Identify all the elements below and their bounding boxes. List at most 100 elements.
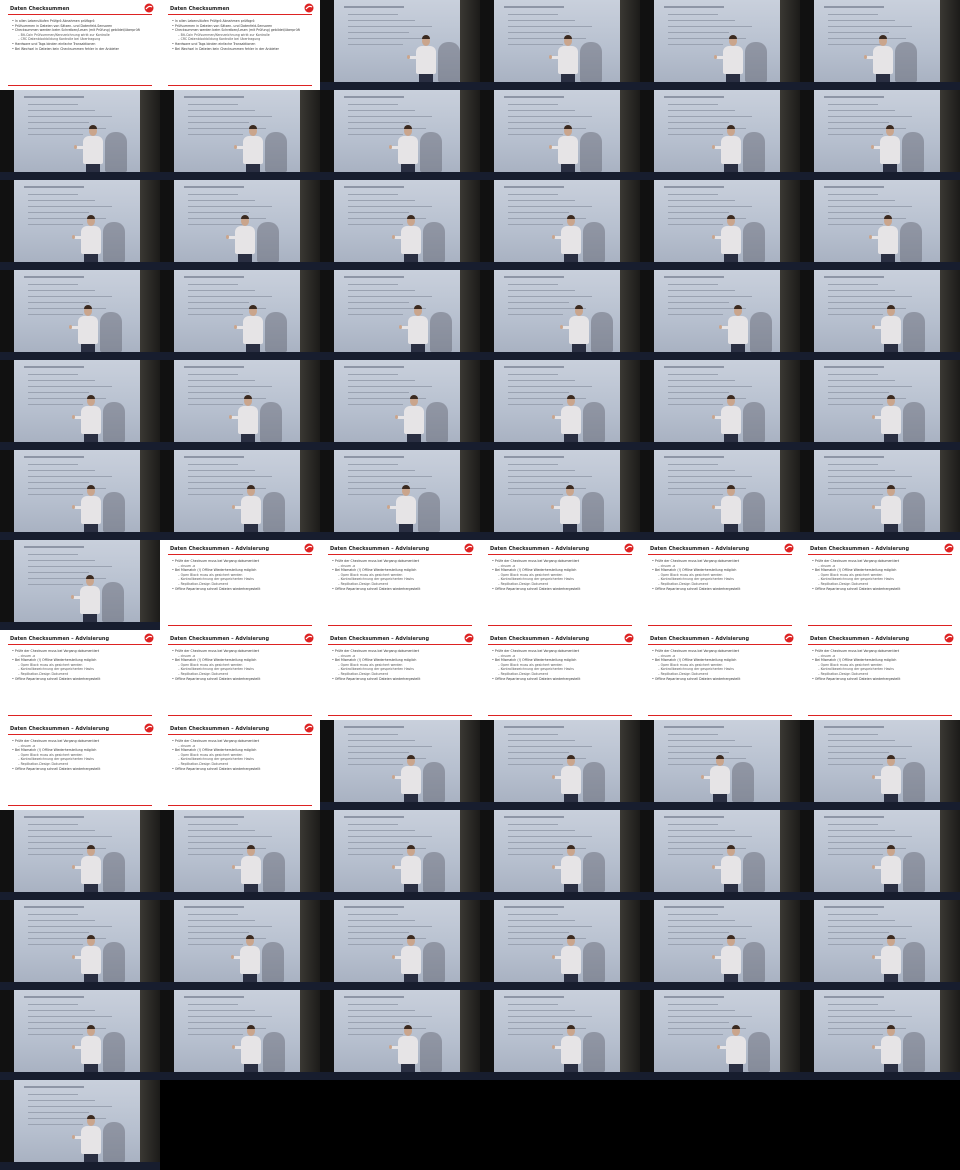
presenter [229, 395, 261, 444]
projected-line [348, 212, 409, 213]
stage-floor [0, 262, 160, 270]
projected-line [668, 284, 718, 285]
bullet-line: • Offline Reparierung schnell Dateien wi… [12, 676, 101, 681]
presenter-shadow [743, 402, 766, 442]
projected-line [348, 404, 403, 405]
projected-line [508, 734, 558, 735]
presenter-hand [701, 775, 704, 779]
presenter-torso [396, 496, 417, 524]
stage-floor [800, 442, 960, 450]
presenter-shadow [744, 42, 767, 82]
slide-body: • Prüfe der Checksum muss bei Vorgang do… [492, 559, 630, 591]
presenter-hand [870, 145, 874, 149]
slide-title: Daten Checksummen – Advisierung [170, 636, 270, 642]
stage-floor [800, 172, 960, 180]
presenter [398, 305, 431, 354]
left-wall [800, 270, 814, 360]
presenter [387, 485, 419, 534]
stage-floor [480, 172, 640, 180]
stage-floor [320, 532, 480, 540]
footer-rule [808, 625, 952, 626]
projected-line [28, 1034, 83, 1035]
projected-line [348, 854, 403, 855]
stage-floor [0, 1162, 160, 1170]
logo-icon [624, 633, 634, 643]
presenter [73, 125, 106, 174]
presenter [72, 215, 104, 264]
presenter [870, 125, 903, 174]
projected-line [828, 482, 889, 483]
projected-title [664, 276, 724, 278]
projected-line [348, 746, 432, 747]
stage-floor [160, 892, 320, 900]
projected-line [508, 32, 569, 33]
presenter [712, 935, 744, 984]
logo-icon [944, 633, 954, 643]
projected-line [188, 932, 249, 933]
slide-title: Daten Checksummen – Advisierung [490, 546, 590, 552]
presenter-shadow [260, 402, 282, 442]
projected-title [824, 906, 884, 908]
right-wall [300, 270, 320, 360]
left-wall [0, 90, 14, 180]
projected-line [188, 296, 272, 297]
footer-rule [168, 625, 312, 626]
presenter-torso [879, 136, 900, 164]
projected-line [188, 386, 272, 387]
projected-line [828, 212, 889, 213]
right-wall [140, 450, 160, 540]
title-rule [8, 644, 152, 645]
projected-line [28, 824, 78, 825]
projected-line [668, 752, 729, 753]
presenter-hand [406, 55, 410, 59]
stage-floor [640, 532, 800, 540]
bullet-line: • Offline Reparierung schnell Dateien wi… [492, 586, 581, 591]
logo-icon [304, 3, 314, 13]
presenter [560, 305, 592, 354]
presenter-hair [727, 935, 736, 939]
bullet-line: • Offline Reparierung schnell Dateien wi… [332, 586, 421, 591]
presenter-torso [401, 766, 422, 794]
projected-title [24, 186, 84, 188]
right-wall [300, 990, 320, 1080]
presenter-shadow [900, 222, 922, 262]
projected-line [188, 104, 238, 105]
presenter-hair [567, 755, 576, 759]
camera-frame [480, 810, 640, 900]
presenter-torso [401, 856, 422, 884]
right-wall [300, 810, 320, 900]
footer-rule [648, 625, 792, 626]
right-wall [940, 90, 960, 180]
projected-line [28, 404, 83, 405]
presenter-torso [239, 946, 260, 974]
presenter-hair [87, 845, 96, 849]
slide-frame: Daten Checksummen – Advisierung • Prüfe d… [160, 720, 320, 810]
projected-line [508, 482, 569, 483]
camera-frame [480, 990, 640, 1080]
projected-line [828, 1016, 912, 1017]
right-wall [460, 180, 480, 270]
projected-line [828, 26, 912, 27]
presenter [718, 305, 751, 354]
title-rule [328, 644, 472, 645]
slide-title: Daten Checksummen – Advisierung [810, 636, 910, 642]
left-wall [320, 810, 334, 900]
projected-line [668, 494, 723, 495]
right-wall [460, 990, 480, 1080]
camera-frame [640, 990, 800, 1080]
left-wall [640, 0, 654, 90]
projected-line [508, 20, 575, 21]
camera-frame [320, 720, 480, 810]
right-wall [460, 90, 480, 180]
projected-line [348, 206, 432, 207]
projected-line [668, 1022, 729, 1023]
logo-icon [464, 543, 474, 553]
projected-line [828, 476, 912, 477]
camera-frame [0, 540, 160, 630]
title-rule [168, 644, 312, 645]
right-wall [780, 450, 800, 540]
right-wall [620, 720, 640, 810]
left-wall [640, 90, 654, 180]
projected-line [348, 482, 409, 483]
projected-line [668, 854, 723, 855]
